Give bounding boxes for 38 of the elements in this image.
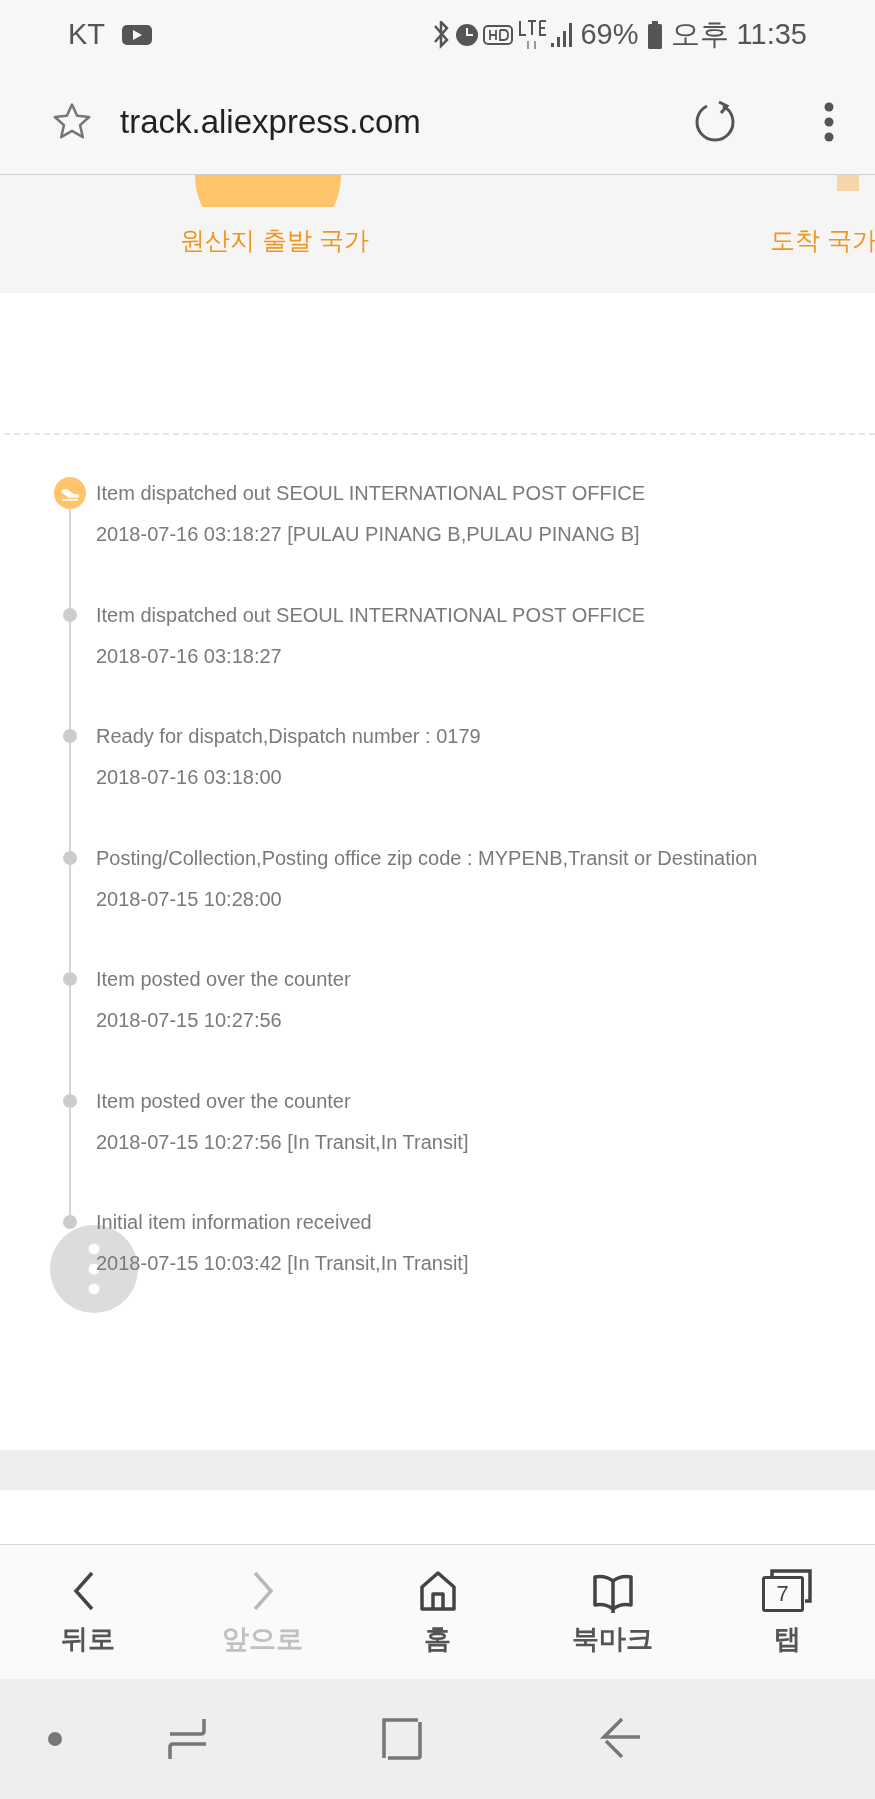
event-title: Ready for dispatch,Dispatch number : 0179 [96,724,482,749]
alarm-icon [455,23,480,47]
event-title: Initial item information received [96,1210,373,1235]
nav-button[interactable]: 홈 [350,1545,525,1679]
battery-icon [646,21,663,49]
video-icon [121,23,154,47]
lte-icon [519,20,548,50]
menu-icon[interactable] [823,102,835,142]
nav-button[interactable]: 북마크 [525,1545,700,1679]
bluetooth-icon [433,21,450,49]
recent-apps-icon[interactable] [168,1717,208,1761]
event-time: 2018-07-15 10:03:42 [In Transit,In Transit] [96,1251,470,1276]
reload-icon[interactable] [693,100,737,144]
signal-icon [551,23,573,47]
event-time: 2018-07-16 03:18:00 [96,765,283,790]
nav-button[interactable]: 7 탭 [700,1545,875,1679]
box-icon [837,175,859,191]
carrier-name: KT [68,17,106,53]
event-time: 2018-07-15 10:27:56 [In Transit,In Transit] [96,1129,470,1155]
home-icon [417,1569,458,1613]
event-title: Item dispatched out SEOUL INTERNATIONAL POST OFFICE [96,481,647,506]
event-title: Item dispatched out SEOUL INTERNATIONAL POST OFFICE [96,602,647,628]
event-title: Item posted over the counter [96,1088,352,1114]
battery-percent: 69% [580,17,639,53]
clock-time: 오후 11:35 [670,17,807,53]
event-title: Posting/Collection,Posting office zip code : MYPENB,Transit or Destination [96,845,759,871]
back-arrow-icon[interactable] [600,1717,642,1761]
event-time: 2018-07-16 03:18:27 [96,643,283,669]
tab-count: 7 [761,1576,804,1612]
event-time: 2018-07-15 10:27:56 [96,1008,283,1033]
event-time: 2018-07-15 10:28:00 [96,886,283,912]
dot-icon[interactable] [48,1732,62,1746]
origin-label: 원산지 출발 국가 [180,225,369,256]
event-title: Item posted over the counter [96,967,352,992]
hd-icon [483,25,514,45]
event-time: 2018-07-16 03:18:27 [PULAU PINANG B,PULAU PINANG B] [96,522,641,547]
nav-button[interactable]: 뒤로 [0,1545,175,1679]
url-text[interactable]: track.aliexpress.com [120,97,421,147]
